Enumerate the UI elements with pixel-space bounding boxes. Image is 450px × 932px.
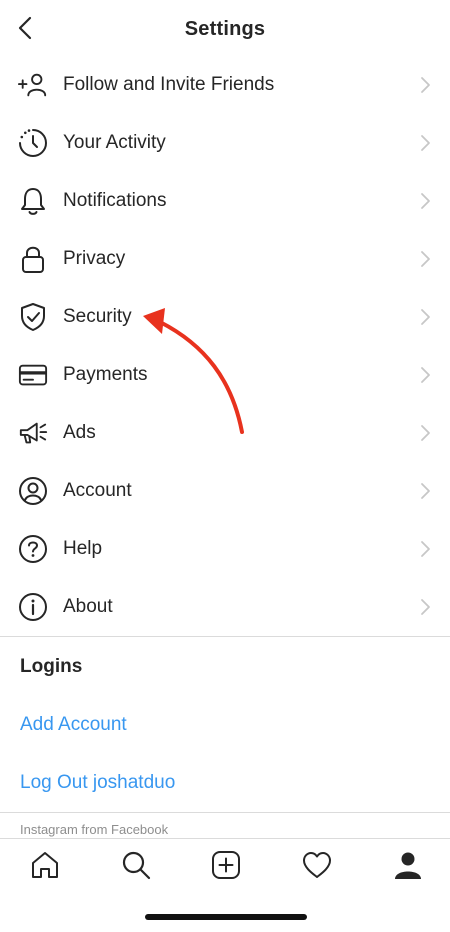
menu-item-notifications[interactable]: Notifications	[0, 172, 450, 230]
menu-item-label: Payments	[63, 364, 148, 385]
chevron-right-icon	[421, 599, 430, 615]
home-icon	[32, 852, 58, 878]
chevron-right-icon	[421, 77, 430, 93]
menu-item-your-activity[interactable]: Your Activity	[0, 114, 450, 172]
footer-note: Instagram from Facebook	[20, 822, 169, 837]
menu-item-label: Follow and Invite Friends	[63, 74, 275, 95]
chevron-right-icon	[421, 541, 430, 557]
info-icon	[18, 592, 48, 622]
tab-home[interactable]	[27, 847, 63, 883]
tab-bar	[0, 838, 450, 894]
footer-divider	[0, 812, 450, 813]
menu-item-label: Ads	[63, 422, 96, 443]
chevron-right-icon	[421, 251, 430, 267]
menu-item-follow-invite[interactable]: Follow and Invite Friends	[0, 56, 450, 114]
account-circle-icon	[18, 476, 48, 506]
tab-search[interactable]	[118, 847, 154, 883]
home-indicator	[145, 914, 307, 920]
menu-item-label: Security	[63, 306, 132, 327]
section-divider	[0, 636, 450, 637]
add-account-link[interactable]: Add Account	[20, 714, 127, 736]
menu-item-privacy[interactable]: Privacy	[0, 230, 450, 288]
credit-card-icon	[18, 360, 48, 390]
menu-item-label: Account	[63, 480, 132, 501]
new-post-icon	[212, 851, 240, 879]
menu-item-about[interactable]: About	[0, 578, 450, 636]
chevron-left-icon	[18, 16, 32, 40]
heart-icon	[303, 852, 331, 878]
menu-item-account[interactable]: Account	[0, 462, 450, 520]
log-out-link[interactable]: Log Out joshatduo	[20, 772, 175, 794]
chevron-right-icon	[421, 135, 430, 151]
lock-icon	[18, 244, 48, 274]
profile-icon	[395, 852, 421, 879]
chevron-right-icon	[421, 309, 430, 325]
menu-item-label: Privacy	[63, 248, 126, 269]
shield-check-icon	[18, 302, 48, 332]
chevron-right-icon	[421, 483, 430, 499]
chevron-right-icon	[421, 425, 430, 441]
megaphone-icon	[18, 418, 48, 448]
activity-clock-icon	[18, 128, 48, 158]
menu-item-label: Your Activity	[63, 132, 166, 153]
settings-menu: Follow and Invite Friends Your Activity …	[0, 56, 450, 636]
menu-item-ads[interactable]: Ads	[0, 404, 450, 462]
page-title: Settings	[184, 17, 266, 40]
menu-item-label: About	[63, 596, 113, 617]
help-icon	[18, 534, 48, 564]
back-button[interactable]	[10, 12, 40, 44]
search-icon	[122, 851, 151, 880]
menu-item-label: Notifications	[63, 190, 167, 211]
bell-icon	[18, 186, 48, 216]
logins-section-title: Logins	[20, 656, 83, 677]
tab-activity[interactable]	[299, 847, 335, 883]
chevron-right-icon	[421, 367, 430, 383]
tab-profile[interactable]	[390, 847, 426, 883]
chevron-right-icon	[421, 193, 430, 209]
menu-item-payments[interactable]: Payments	[0, 346, 450, 404]
add-person-icon	[18, 70, 48, 100]
menu-item-security[interactable]: Security	[0, 288, 450, 346]
tab-new-post[interactable]	[208, 847, 244, 883]
menu-item-help[interactable]: Help	[0, 520, 450, 578]
header: Settings	[0, 0, 450, 58]
menu-item-label: Help	[63, 538, 103, 559]
